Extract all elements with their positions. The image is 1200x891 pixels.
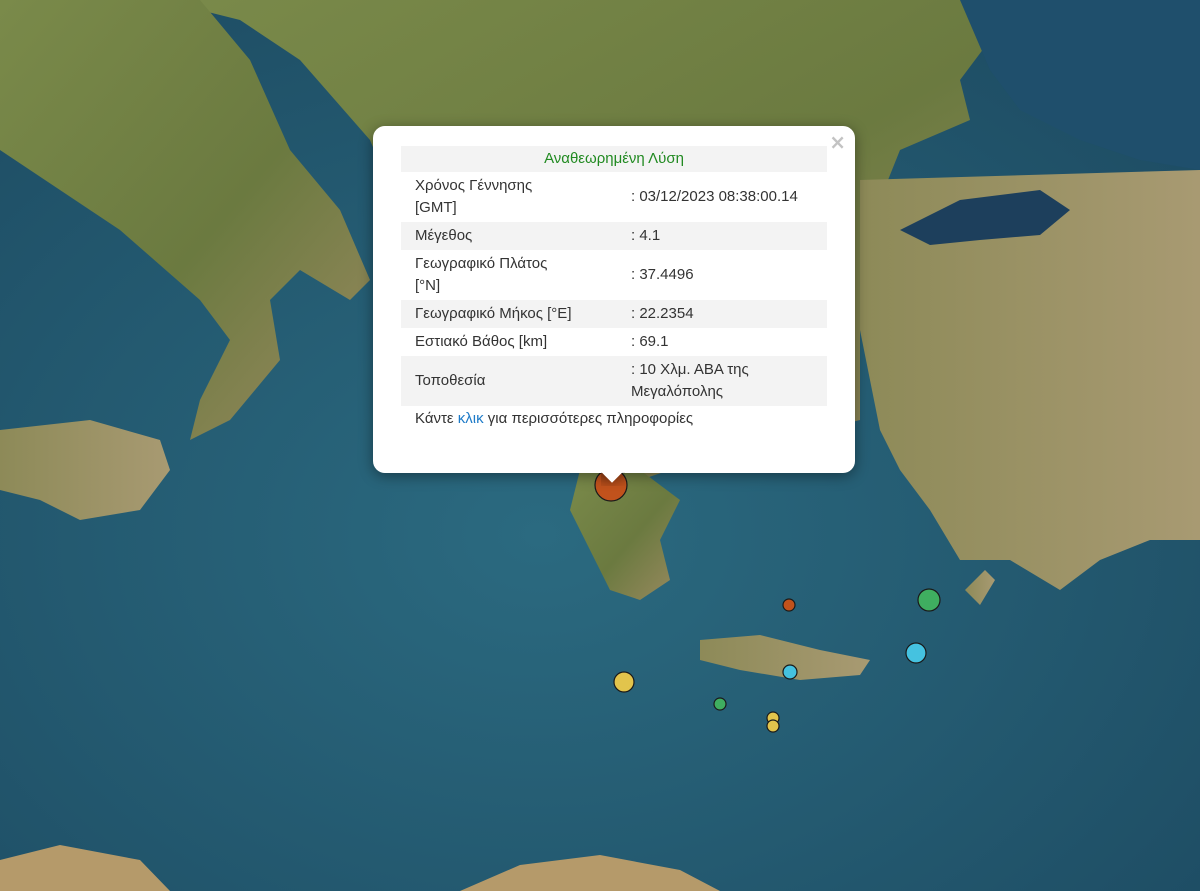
- table-row: Γεωγραφικό Μήκος [°E] : 22.2354: [401, 300, 827, 328]
- depth-label: Εστιακό Βάθος [km]: [415, 333, 548, 350]
- earthquake-popup: × Αναθεωρημένη Λύση Χρόνος Γέννησης [GMT…: [373, 126, 855, 473]
- location-value: : 10 Χλμ. ΑΒΑ της Μεγαλόπολης: [589, 356, 827, 406]
- more-info-line: Κάντε κλικ για περισσότερες πληροφορίες: [401, 406, 827, 432]
- latitude-value: : 37.4496: [631, 266, 694, 283]
- popup-title: Αναθεωρημένη Λύση: [401, 146, 827, 172]
- popup-tip: [601, 472, 625, 486]
- longitude-value: : 22.2354: [589, 300, 827, 328]
- earthquake-marker[interactable]: [905, 642, 927, 664]
- table-row: Μέγεθος : 4.1: [401, 222, 827, 250]
- table-row: Εστιακό Βάθος [km] : 69.1: [401, 328, 827, 356]
- origin-time-value: : 03/12/2023 08:38:00.14: [631, 188, 798, 205]
- earthquake-marker[interactable]: [713, 697, 727, 711]
- magnitude-value: : 4.1: [589, 222, 827, 250]
- longitude-label: Γεωγραφικό Μήκος [°E]: [401, 300, 589, 328]
- earthquake-marker[interactable]: [613, 671, 635, 693]
- location-label: Τοποθεσία: [401, 356, 589, 406]
- earthquake-marker[interactable]: [917, 588, 941, 612]
- earthquake-info-table: Χρόνος Γέννησης [GMT] : 03/12/2023 08:38…: [401, 172, 827, 406]
- earthquake-marker[interactable]: [782, 598, 796, 612]
- earthquake-marker[interactable]: [782, 664, 798, 680]
- magnitude-label: Μέγεθος: [401, 222, 589, 250]
- close-icon[interactable]: ×: [829, 132, 846, 152]
- more-info-suffix: για περισσότερες πληροφορίες: [483, 410, 694, 427]
- earthquake-marker[interactable]: [766, 719, 780, 733]
- table-row: Χρόνος Γέννησης [GMT] : 03/12/2023 08:38…: [401, 172, 827, 222]
- table-row: Τοποθεσία : 10 Χλμ. ΑΒΑ της Μεγαλόπολης: [401, 356, 827, 406]
- table-row: Γεωγραφικό Πλάτος [°N] : 37.4496: [401, 250, 827, 300]
- latitude-label: Γεωγραφικό Πλάτος [°N]: [415, 255, 548, 294]
- origin-time-label: Χρόνος Γέννησης [GMT]: [415, 177, 533, 216]
- more-info-link[interactable]: κλικ: [458, 410, 484, 427]
- depth-value: : 69.1: [631, 333, 669, 350]
- more-info-prefix: Κάντε: [415, 410, 458, 427]
